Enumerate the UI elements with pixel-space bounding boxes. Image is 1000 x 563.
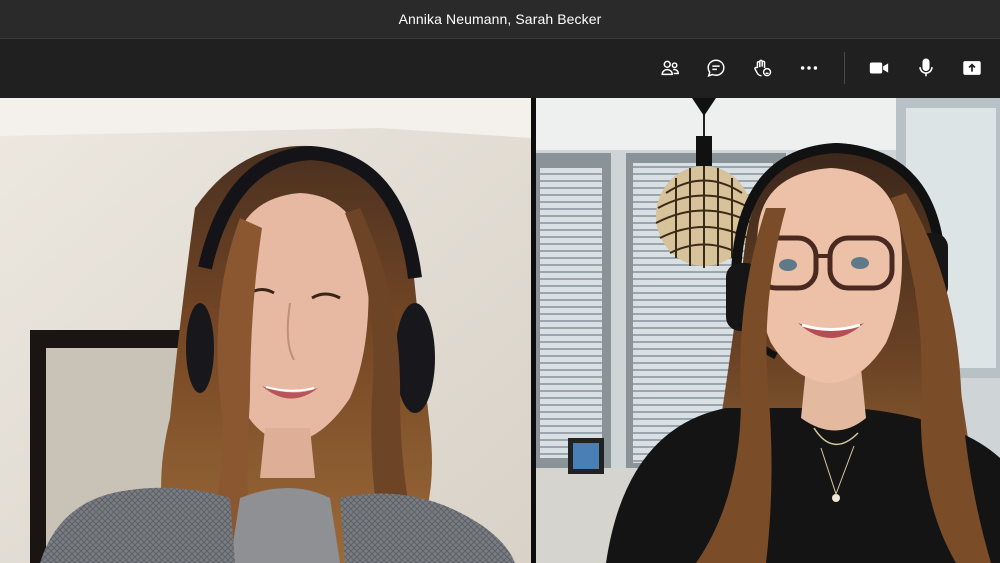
microphone-icon [919, 58, 933, 77]
meeting-toolbar [0, 39, 1000, 97]
meeting-window: Annika Neumann, Sarah Becker [0, 0, 1000, 563]
participant-right-image [536, 98, 1000, 563]
chat-button[interactable] [699, 51, 733, 85]
more-options-icon [800, 66, 818, 70]
participants-button[interactable] [653, 51, 687, 85]
participant-left-image [0, 98, 531, 563]
camera-button[interactable] [862, 51, 896, 85]
meeting-title: Annika Neumann, Sarah Becker [398, 11, 602, 27]
more-options-button[interactable] [792, 51, 826, 85]
microphone-button[interactable] [909, 51, 943, 85]
toolbar-divider [844, 52, 845, 84]
share-screen-icon [963, 61, 981, 75]
participant-video-right[interactable] [536, 98, 1000, 563]
video-camera-icon [869, 62, 889, 74]
title-bar: Annika Neumann, Sarah Becker [0, 0, 1000, 39]
raise-hand-icon [754, 59, 772, 77]
people-icon [661, 60, 679, 76]
share-screen-button[interactable] [955, 51, 989, 85]
video-stage [0, 98, 1000, 563]
chat-icon [707, 59, 725, 77]
reactions-button[interactable] [745, 51, 779, 85]
participant-video-left[interactable] [0, 98, 531, 563]
